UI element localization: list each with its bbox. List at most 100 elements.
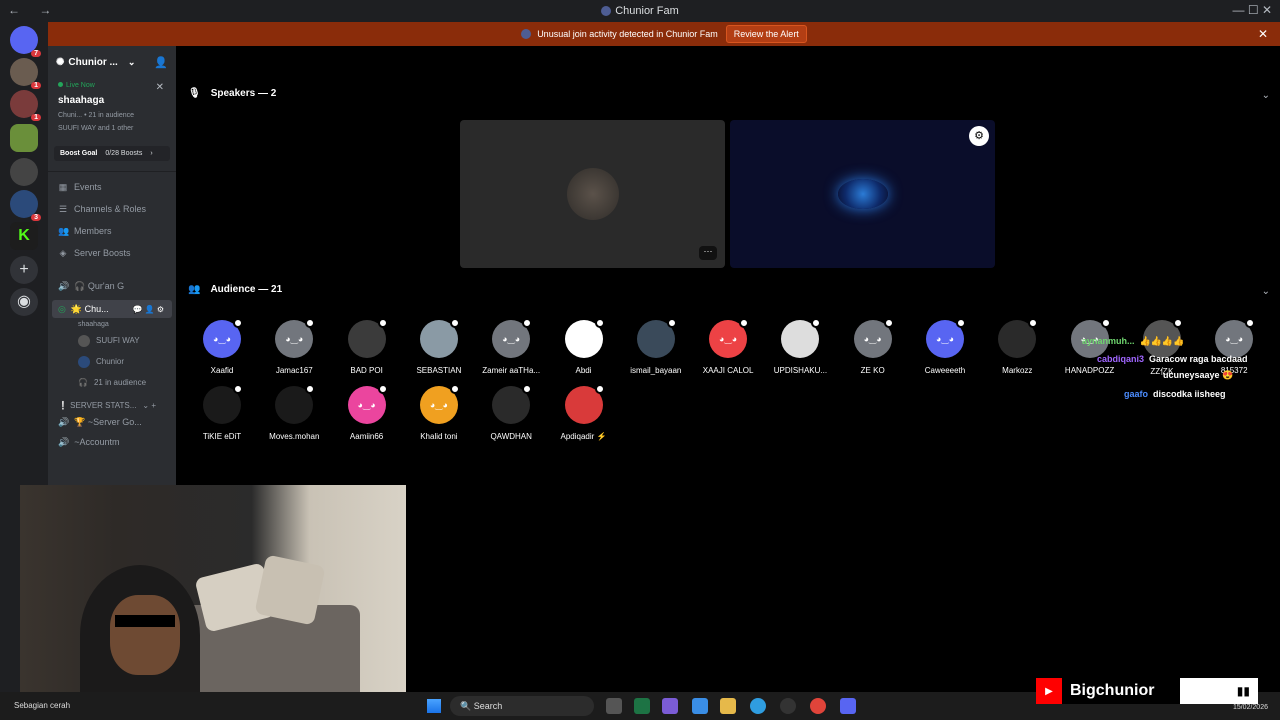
menu-item-members[interactable]: 👥 Members	[48, 220, 176, 242]
server-icon	[521, 29, 532, 39]
channel-name: Bigchunior	[1062, 678, 1180, 704]
chevron-down-icon: ⌄ +	[142, 401, 157, 410]
menu-item-channels-roles[interactable]: ☰ Channels & Roles	[48, 198, 176, 220]
status-icon	[594, 384, 605, 394]
speaker-tile[interactable]: ···	[460, 120, 725, 268]
channel-label: 🌟 Chu...	[70, 303, 109, 314]
live-now-card[interactable]: Live Now ✕ shaahaga Chuni... • 21 in aud…	[48, 78, 176, 136]
chevron-down-icon[interactable]: ⌄	[1262, 286, 1270, 297]
streamer-face	[110, 595, 180, 675]
audience-member[interactable]: TiKIE eDiT	[186, 384, 258, 441]
chrome-icon[interactable]	[810, 698, 826, 714]
member-name: ZE KO	[860, 366, 885, 375]
speaker-tile[interactable]: ⚙	[730, 120, 995, 268]
m365-icon[interactable]	[662, 698, 678, 714]
audience-member[interactable]: Markozz	[981, 318, 1053, 375]
status-icon	[522, 384, 533, 394]
audience-member[interactable]: BAD POI	[331, 318, 403, 375]
windows-start-icon[interactable]	[427, 699, 441, 713]
category-server-stats[interactable]: ❕ SERVER STATS... ⌄ +	[48, 393, 176, 412]
member-name: Zameir aaTHa...	[482, 366, 541, 375]
avatar	[564, 384, 605, 424]
server-icon[interactable]	[10, 124, 38, 152]
discord-taskbar-icon[interactable]	[840, 698, 856, 714]
member-name: QAWDHAN	[490, 432, 532, 441]
channel-label: 🏆 ~Server Go...	[74, 416, 142, 427]
add-server-icon[interactable]: +	[10, 256, 38, 284]
boost-goal-label: Boost Goal	[60, 150, 98, 157]
audience-member[interactable]: ◕‿◕ ZE KO	[837, 318, 909, 375]
server-icon[interactable]: 1	[10, 58, 41, 89]
audience-member[interactable]: ◕‿◕ Zameir aaTHa...	[475, 318, 547, 375]
member-name: Abdi	[575, 366, 592, 375]
window-title-text: Chunior Fam	[615, 5, 679, 17]
settings-icon[interactable]: ⚙	[969, 126, 989, 146]
audience-member[interactable]: ◕‿◕ Jamac167	[258, 318, 330, 375]
close-icon[interactable]: ✕	[1258, 27, 1268, 41]
file-explorer-icon[interactable]	[720, 698, 736, 714]
add-member-icon[interactable]: 👤	[154, 56, 168, 69]
audience-member[interactable]: Moves.mohan	[258, 384, 330, 441]
server-icon[interactable]: 3	[10, 190, 41, 221]
explore-icon[interactable]: ◉	[10, 288, 38, 316]
kick-icon[interactable]: K	[10, 222, 38, 250]
avatar	[492, 384, 533, 424]
channel-user[interactable]: Chunior	[48, 351, 176, 372]
channel-quran[interactable]: 🔊 🎧 Qur'an G	[48, 276, 176, 296]
status-icon	[377, 384, 388, 394]
audience-member[interactable]: Abdi	[548, 318, 620, 375]
window-controls[interactable]: — ☐ ✕	[1233, 3, 1272, 17]
taskbar-search[interactable]: 🔍 Search	[450, 696, 594, 716]
channel-accountm[interactable]: 🔊 ~Accountm	[48, 432, 176, 452]
excel-icon[interactable]	[634, 698, 650, 714]
review-alert-button[interactable]: Review the Alert	[725, 25, 807, 43]
audience-member[interactable]: Apdiqadir ⚡	[548, 384, 620, 441]
audience-member[interactable]: ◕‿◕ Aamiin66	[331, 384, 403, 441]
channel-server-goal[interactable]: 🔊 🏆 ~Server Go...	[48, 412, 176, 432]
boost-goal[interactable]: Boost Goal 0/28 Boosts ›	[54, 146, 170, 161]
server-icon[interactable]	[10, 158, 38, 186]
server-header[interactable]: ✺ Chunior ... ⌄ 👤	[48, 46, 176, 78]
weather-widget[interactable]: Sebagian cerah	[14, 701, 70, 710]
live-name: shaahaga	[58, 95, 105, 106]
member-name: BAD POI	[350, 366, 383, 375]
discord-home-icon[interactable]: 7	[10, 26, 41, 57]
status-icon	[522, 318, 533, 328]
store-icon[interactable]	[692, 698, 708, 714]
member-name: HANADPOZZ	[1064, 366, 1115, 375]
more-options-button[interactable]: ···	[699, 246, 717, 260]
audience-member[interactable]: ismail_bayaan	[620, 318, 692, 375]
live-label: Live Now	[58, 82, 166, 89]
audience-member[interactable]: ◕‿◕ Xaafid	[186, 318, 258, 375]
audience-member[interactable]: ◕‿◕ HANADPOZZ	[1054, 318, 1126, 375]
channel-audience[interactable]: 🎧 21 in audience	[48, 372, 176, 393]
channel-user[interactable]: SUUFI WAY	[48, 330, 176, 351]
audience-member[interactable]: ◕‿◕ Caweeeeth	[909, 318, 981, 375]
speaker-icon: 🔊	[58, 416, 70, 427]
audience-member[interactable]: SEBASTIAN	[403, 318, 475, 375]
status-icon	[233, 384, 243, 394]
close-icon[interactable]: ✕	[156, 82, 164, 93]
clock-date[interactable]: 15/02/2026	[1233, 704, 1268, 711]
menu-item-events[interactable]: ▦ Events	[48, 176, 176, 198]
channel-stage-active[interactable]: ◎ 🌟 Chu... 💬👤⚙	[52, 300, 172, 318]
avatar: ◕‿◕	[1215, 318, 1256, 358]
list-icon: ☰	[58, 203, 68, 214]
menu-item-server-boosts[interactable]: ◈ Server Boosts	[48, 242, 176, 264]
audience-member[interactable]: QAWDHAN	[475, 384, 547, 441]
server-icon[interactable]: 1	[10, 90, 41, 121]
edge-icon[interactable]	[750, 698, 766, 714]
channel-tools-icon[interactable]: 💬👤⚙	[133, 305, 166, 314]
audience-member[interactable]: ◕‿◕ 815372	[1198, 318, 1270, 375]
status-icon	[449, 384, 460, 394]
audience-member[interactable]: ◕‿◕ Khalid toni	[403, 384, 475, 441]
audience-member[interactable]: UPDISHAKU...	[764, 318, 836, 375]
member-name: XAAJI CALOL	[702, 366, 754, 375]
chat-message: gaafo discodka iisheeg	[1124, 389, 1226, 399]
audience-member[interactable]: ◕‿◕ XAAJI CALOL	[692, 318, 764, 375]
audience-member[interactable]: ZZ亿K	[1126, 318, 1198, 377]
task-view-icon[interactable]	[606, 698, 622, 714]
alert-text: Unusual join activity detected in Chunio…	[537, 29, 718, 39]
chevron-down-icon[interactable]: ⌄	[1262, 90, 1270, 101]
app-icon[interactable]	[780, 698, 796, 714]
